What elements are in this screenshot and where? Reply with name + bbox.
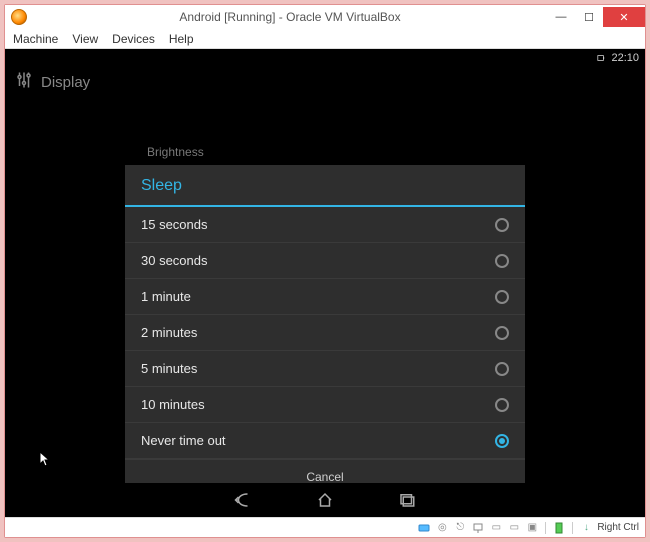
android-nav-bar xyxy=(5,483,645,517)
virtualbox-icon xyxy=(11,9,27,25)
option-label: 10 minutes xyxy=(141,397,205,412)
status-time: 22:10 xyxy=(611,52,639,64)
radio-icon-checked xyxy=(495,434,509,448)
hard-disk-icon[interactable] xyxy=(417,521,431,535)
menu-devices[interactable]: Devices xyxy=(112,32,155,46)
host-key-indicator-icon[interactable]: ↓ xyxy=(579,521,593,535)
radio-icon xyxy=(495,326,509,340)
optical-disk-icon[interactable]: ◎ xyxy=(435,521,449,535)
sleep-option-30s[interactable]: 30 seconds xyxy=(125,243,525,279)
radio-icon xyxy=(495,362,509,376)
radio-icon xyxy=(495,254,509,268)
option-label: 15 seconds xyxy=(141,217,208,232)
status-separator xyxy=(545,522,546,534)
recent-apps-icon[interactable] xyxy=(396,491,418,509)
window-titlebar[interactable]: Android [Running] - Oracle VM VirtualBox… xyxy=(5,5,645,29)
recording-icon[interactable]: ▣ xyxy=(525,521,539,535)
settings-sliders-icon xyxy=(15,71,33,93)
mouse-integration-icon[interactable] xyxy=(552,521,566,535)
minimize-button[interactable]: — xyxy=(547,7,575,27)
usb-icon[interactable]: ⎋ xyxy=(453,521,467,535)
back-icon[interactable] xyxy=(232,491,254,509)
mouse-cursor-icon xyxy=(39,451,51,467)
sleep-dialog: Sleep 15 seconds 30 seconds 1 minute 2 m… xyxy=(125,165,525,494)
shared-folder-icon[interactable]: ▭ xyxy=(489,521,503,535)
virtualbox-window: Android [Running] - Oracle VM VirtualBox… xyxy=(4,4,646,538)
android-status-bar[interactable]: 22:10 xyxy=(5,49,645,67)
host-key-label: Right Ctrl xyxy=(597,522,639,533)
option-label: 1 minute xyxy=(141,289,191,304)
sleep-option-5m[interactable]: 5 minutes xyxy=(125,351,525,387)
sleep-option-15s[interactable]: 15 seconds xyxy=(125,207,525,243)
radio-icon xyxy=(495,218,509,232)
radio-icon xyxy=(495,398,509,412)
virtualbox-statusbar: ◎ ⎋ ▭ ▭ ▣ ↓ Right Ctrl xyxy=(5,517,645,537)
option-label: 30 seconds xyxy=(141,253,208,268)
settings-header[interactable]: Display xyxy=(15,71,90,93)
maximize-button[interactable]: ☐ xyxy=(575,7,603,27)
settings-title: Display xyxy=(41,74,90,91)
sleep-option-1m[interactable]: 1 minute xyxy=(125,279,525,315)
close-button[interactable]: ✕ xyxy=(603,7,645,27)
network-icon[interactable] xyxy=(471,521,485,535)
status-separator xyxy=(572,522,573,534)
sleep-option-never[interactable]: Never time out xyxy=(125,423,525,459)
sleep-option-2m[interactable]: 2 minutes xyxy=(125,315,525,351)
menu-bar: Machine View Devices Help xyxy=(5,29,645,49)
menu-machine[interactable]: Machine xyxy=(13,32,58,46)
window-title: Android [Running] - Oracle VM VirtualBox xyxy=(33,10,547,24)
dialog-title: Sleep xyxy=(125,165,525,205)
home-icon[interactable] xyxy=(314,491,336,509)
window-controls: — ☐ ✕ xyxy=(547,7,645,27)
radio-icon xyxy=(495,290,509,304)
brightness-label: Brightness xyxy=(147,145,204,159)
battery-icon xyxy=(597,54,605,62)
option-label: 5 minutes xyxy=(141,361,197,376)
menu-help[interactable]: Help xyxy=(169,32,194,46)
display-icon[interactable]: ▭ xyxy=(507,521,521,535)
menu-view[interactable]: View xyxy=(72,32,98,46)
vm-display[interactable]: 22:10 Display Brightness Sleep 15 second… xyxy=(5,49,645,517)
sleep-option-10m[interactable]: 10 minutes xyxy=(125,387,525,423)
option-label: Never time out xyxy=(141,433,226,448)
cancel-button[interactable]: Cancel xyxy=(306,470,343,484)
option-label: 2 minutes xyxy=(141,325,197,340)
